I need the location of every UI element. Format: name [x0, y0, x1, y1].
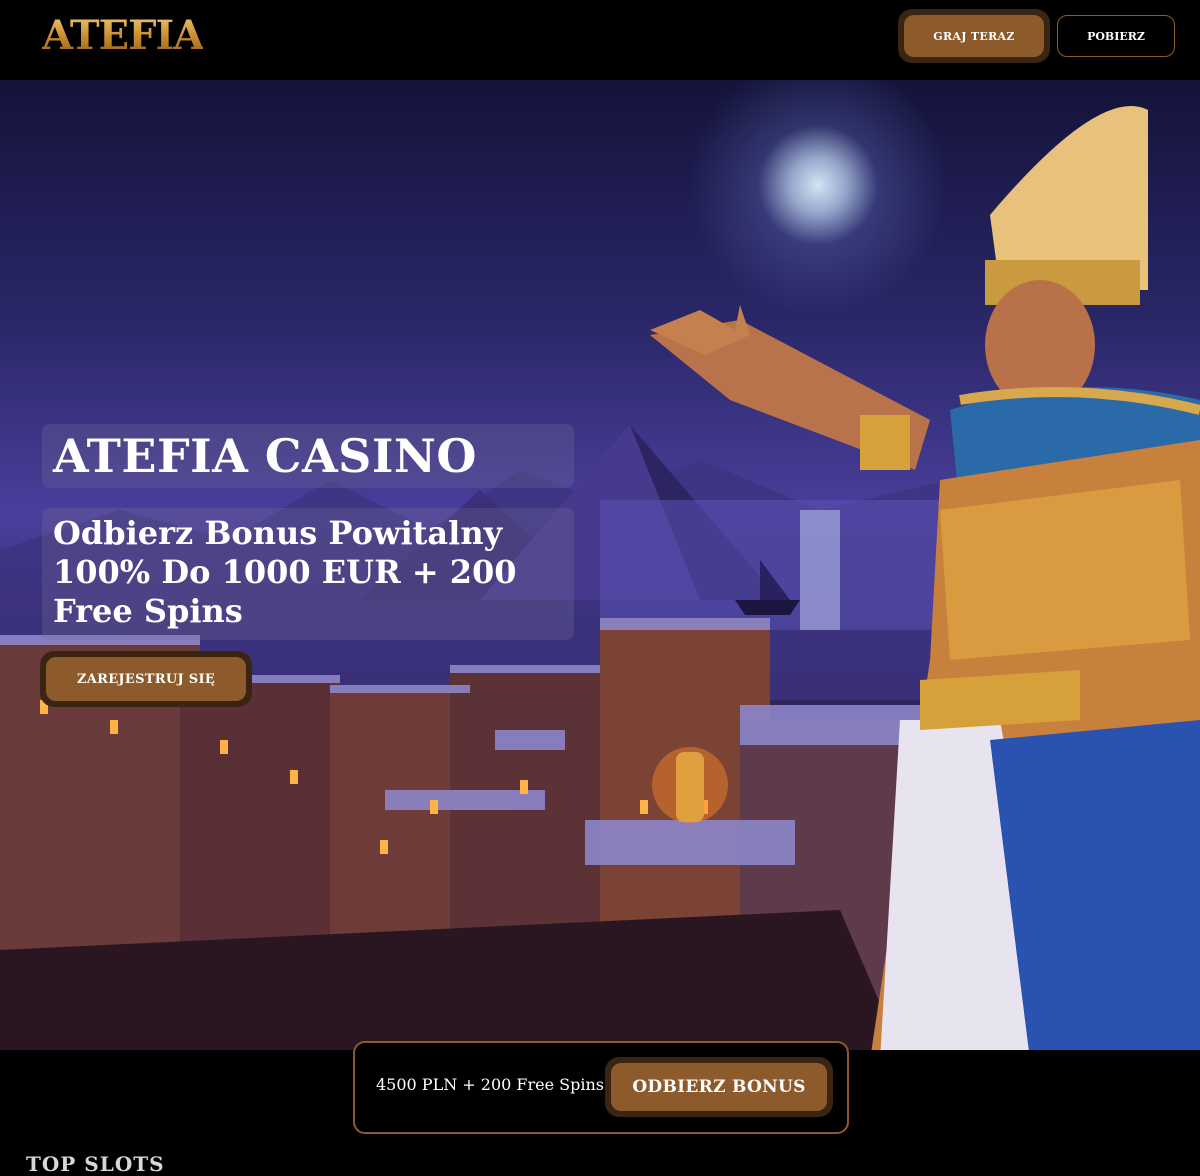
play-now-button-label: GRAJ TERAZ — [904, 15, 1044, 57]
claim-bonus-button[interactable]: ODBIERZ BONUS — [605, 1057, 833, 1117]
register-button-label: ZAREJESTRUJ SIĘ — [46, 657, 246, 701]
claim-bonus-button-label: ODBIERZ BONUS — [611, 1063, 827, 1111]
hero-title: ATEFIA CASINO — [53, 429, 478, 483]
hero-subtitle: Odbierz Bonus Powitalny 100% Do 1000 EUR… — [53, 514, 517, 630]
top-slots-heading: TOP SLOTS — [26, 1152, 165, 1176]
register-button[interactable]: ZAREJESTRUJ SIĘ — [40, 651, 252, 707]
play-now-button[interactable]: GRAJ TERAZ — [898, 9, 1050, 63]
hero-banner: ATEFIA CASINO Odbierz Bonus Powitalny 10… — [0, 80, 1200, 1050]
download-button[interactable]: POBIERZ — [1057, 15, 1175, 57]
atefia-logo[interactable]: ATEFIA — [42, 10, 204, 60]
site-header: ATEFIA GRAJ TERAZ POBIERZ — [0, 0, 1200, 80]
bonus-offer-text: 4500 PLN + 200 Free Spins — [376, 1075, 605, 1094]
